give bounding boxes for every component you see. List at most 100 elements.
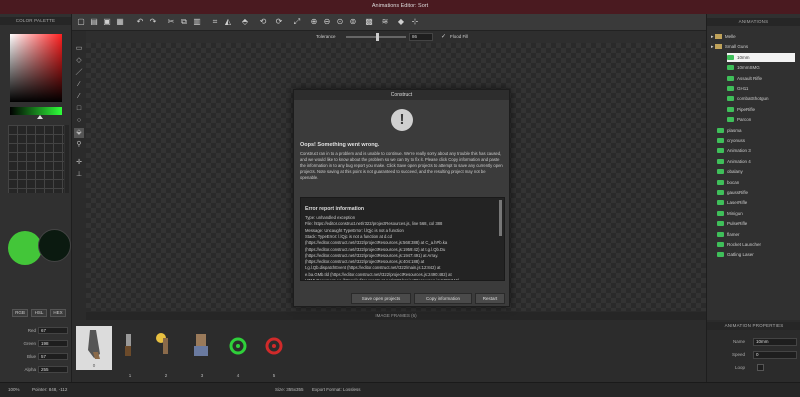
animation-item[interactable]: flamer [717,230,740,239]
ellipse-icon[interactable]: ○ [74,116,84,126]
tolerance-field[interactable]: 86 [409,33,433,41]
frame-thumbnail[interactable]: 3 [184,326,220,378]
window-title: Animations Editor: Sort [371,3,429,9]
item-label: 10mmSMG [737,65,760,71]
primary-color-swatch[interactable] [8,231,42,265]
animation-item[interactable]: Animation 4 [717,157,751,166]
frame-image [125,334,131,356]
save-as-icon[interactable]: ▦ [115,17,125,27]
new-file-icon[interactable]: ▢ [76,17,86,27]
eraser-icon[interactable]: ◇ [74,56,84,66]
animation-item[interactable]: obalany [717,167,743,176]
animation-item[interactable]: PipeRifle [727,105,755,114]
undo-icon[interactable]: ↶ [135,17,145,27]
color-picker-icon[interactable]: ⚲ [74,140,84,150]
animation-item[interactable]: combatShotgun [727,94,769,103]
frame-image [156,333,168,354]
folder-item[interactable]: ▸ Melle [711,32,736,41]
hsl-mode-button[interactable]: HSL [31,309,47,317]
copy-icon[interactable]: ⧉ [179,17,189,27]
blue-field[interactable]: 57 [38,353,68,360]
crop-icon[interactable]: ⌗ [210,17,220,27]
rotate-left-icon[interactable]: ⟲ [258,17,268,27]
item-label: Melle [724,34,736,39]
animation-item[interactable]: gaussRifle [717,188,748,197]
redo-icon[interactable]: ↷ [148,17,158,27]
loop-checkbox[interactable] [757,364,764,371]
flood-fill-checkbox[interactable]: ✓ [441,33,446,40]
animation-item[interactable]: GH11 [727,84,748,93]
origin-point-icon[interactable]: ✛ [74,158,84,168]
color-spectrum[interactable] [10,34,62,102]
frame-thumbnail[interactable]: 2 [148,326,184,378]
animations-header: ANIMATIONS [707,18,800,26]
animation-item[interactable]: LaserRifle [717,198,747,207]
rectangle-icon[interactable]: □ [74,104,84,114]
save-icon[interactable]: ▣ [102,17,112,27]
zoom-in-icon[interactable]: ⊕ [309,17,319,27]
frame-thumbnail[interactable]: 1 [112,326,148,378]
error-report-line: (https://editor.construct.net/r322/proje… [305,240,448,246]
rectangle-select-icon[interactable]: ▭ [74,44,84,54]
paste-icon[interactable]: ▥ [192,17,202,27]
animation-icon [717,210,724,216]
open-folder-icon[interactable]: ▤ [89,17,99,27]
animation-item[interactable]: plasma [717,126,742,135]
animation-item[interactable]: 10mmSMG [727,63,760,72]
animation-item[interactable]: Gatling Laser [717,250,754,259]
flip-horizontal-icon[interactable]: ◭ [223,17,233,27]
animation-item[interactable]: 10mm [727,52,795,62]
frame-thumbnail[interactable]: 4 [220,326,256,378]
zoom-out-icon[interactable]: ⊖ [322,17,332,27]
hue-slider[interactable] [10,107,62,115]
flip-vertical-icon[interactable]: ⬘ [240,17,250,27]
frame-thumbnail[interactable]: 0 [76,326,112,370]
copy-information-button[interactable]: Copy information [414,293,472,304]
save-open-projects-button[interactable]: Save open projects [351,293,411,304]
frame-thumbnail[interactable]: 5 [256,326,292,378]
palette-scrollbar[interactable] [65,125,69,193]
pencil-icon[interactable]: ／ [74,68,84,78]
animation-item[interactable]: Assault Rifle [727,74,762,83]
grid-icon[interactable]: ▩ [364,17,374,27]
tolerance-slider-handle[interactable] [376,33,379,41]
brush-icon[interactable]: ∕ [74,80,84,90]
animation-item[interactable]: Parcon [727,115,751,124]
secondary-color-swatch[interactable] [38,229,71,262]
image-frames-header: IMAGE FRAMES (6) [86,312,706,320]
animation-speed-field[interactable]: 0 [753,351,797,359]
collision-polygon-icon[interactable]: ◆ [396,17,406,27]
animation-icon [717,169,724,175]
restart-button[interactable]: Restart [475,293,505,304]
frame-number: 0 [92,363,96,368]
zoom-fit-icon[interactable]: ⊙ [335,17,345,27]
error-report-scrollbar[interactable] [499,200,502,236]
animation-item[interactable]: PulseRifle [717,219,747,228]
line-icon[interactable]: ⁄ [74,92,84,102]
palette-swatch-grid[interactable] [8,125,64,193]
fill-bucket-icon[interactable]: ⬙ [74,128,84,138]
animation-item[interactable]: Rocket Launcher [717,240,761,249]
animation-item[interactable]: cryonuss [717,136,745,145]
red-field[interactable]: 67 [38,327,68,334]
item-label: gaussRifle [727,190,749,195]
resize-icon[interactable]: ⤢ [292,17,302,27]
zoom-actual-icon[interactable]: ⊚ [348,17,358,27]
collision-points-icon[interactable]: ⊥ [74,170,84,180]
image-points-icon[interactable]: ⊹ [410,17,420,27]
rgb-mode-button[interactable]: RGB [12,309,28,317]
layers-icon[interactable]: ≋ [380,17,390,27]
green-field[interactable]: 198 [38,340,68,347]
rotate-right-icon[interactable]: ⟳ [274,17,284,27]
error-report-box[interactable]: Error report information Type: unhandled… [300,197,505,281]
folder-item[interactable]: ▸ Small Guns [711,42,748,51]
animation-item[interactable]: bocan [717,178,739,187]
item-label: combatShotgun [737,96,769,102]
alpha-field[interactable]: 255 [38,366,68,373]
cut-icon[interactable]: ✂ [166,17,176,27]
hue-slider-handle[interactable] [37,115,43,119]
animation-item[interactable]: Animation 3 [717,146,751,155]
animation-name-field[interactable]: 10mm [753,338,797,346]
hex-mode-button[interactable]: HEX [50,309,66,317]
animation-item[interactable]: Minigun [717,209,743,218]
